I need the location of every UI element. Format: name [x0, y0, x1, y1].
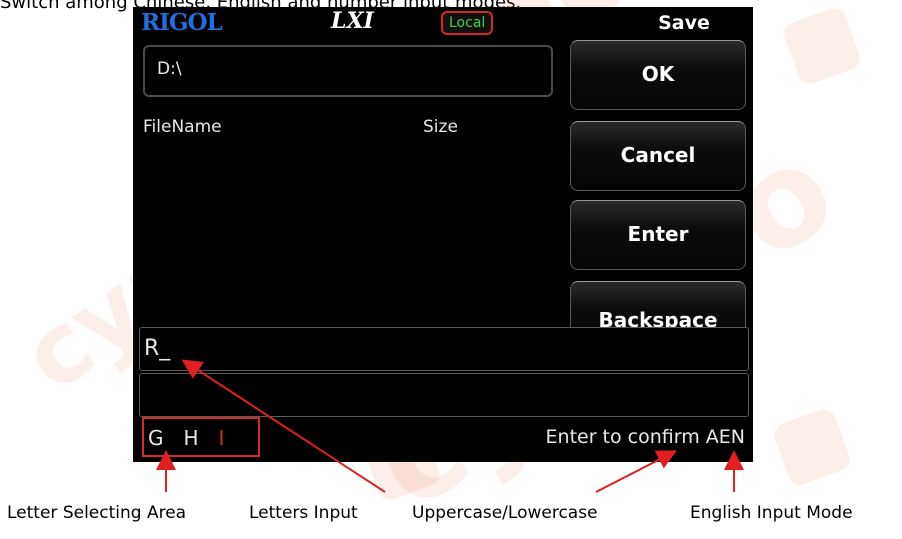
label-letters-input: Letters Input	[249, 503, 358, 523]
annotation-arrows	[156, 359, 744, 493]
arrow-case	[595, 450, 677, 493]
arrow-letters-input	[181, 359, 386, 493]
label-english-input-mode: English Input Mode	[690, 503, 853, 523]
label-letter-selecting-area: Letter Selecting Area	[7, 503, 187, 523]
label-uppercase-lowercase: Uppercase/Lowercase	[412, 503, 598, 523]
